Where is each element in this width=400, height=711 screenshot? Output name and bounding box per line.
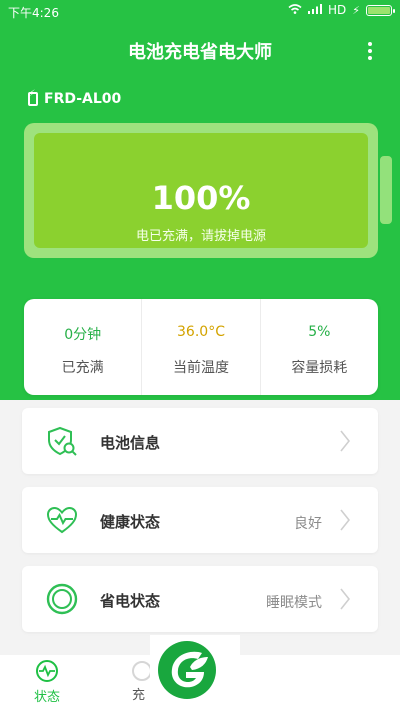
status-time: 下午4:26 bbox=[8, 6, 59, 20]
stat-label: 当前温度 bbox=[172, 360, 229, 376]
chevron-right-icon bbox=[340, 588, 351, 610]
menu-item-label: 省电状态 bbox=[100, 592, 161, 610]
stat-label: 容量损耗 bbox=[291, 360, 348, 376]
battery-message: 电已充满，请拔掉电源 bbox=[135, 229, 266, 244]
app-title: 电池充电省电大师 bbox=[128, 42, 272, 63]
stat-value: 5% bbox=[308, 324, 331, 340]
network-label: HD bbox=[328, 3, 347, 17]
status-battery-icon bbox=[366, 4, 395, 16]
shield-search-icon bbox=[46, 425, 78, 457]
stat-capacity-loss: 5% 容量损耗 bbox=[259, 299, 378, 395]
ring-icon bbox=[46, 583, 78, 615]
battery-gauge: 100% 电已充满，请拔掉电源 bbox=[24, 123, 392, 258]
tab-charge[interactable]: 充 bbox=[132, 659, 152, 703]
device-info: FRD-AL00 bbox=[28, 89, 122, 107]
battery-fill: 100% 电已充满，请拔掉电源 bbox=[34, 133, 368, 248]
tab-status[interactable]: 状态 bbox=[34, 659, 60, 705]
menu-item-label: 健康状态 bbox=[100, 513, 161, 531]
chevron-right-icon bbox=[340, 509, 351, 531]
battery-cap bbox=[380, 156, 392, 224]
status-icons: HD ⚡ bbox=[288, 3, 395, 17]
menu-item-value: 良好 bbox=[294, 516, 322, 532]
stats-panel: 0分钟 已充满 36.0°C 当前温度 5% 容量损耗 bbox=[24, 299, 378, 395]
menu-item-health[interactable]: 健康状态 良好 bbox=[22, 487, 378, 553]
stat-value: 0分钟 bbox=[64, 327, 102, 343]
pulse-icon bbox=[35, 659, 59, 683]
menu-item-value: 睡眠模式 bbox=[266, 595, 322, 611]
circle-icon bbox=[132, 661, 152, 681]
menu-item-power-saving[interactable]: 省电状态 睡眠模式 bbox=[22, 566, 378, 632]
menu-item-battery-info[interactable]: 电池信息 bbox=[22, 408, 378, 474]
stat-label: 已充满 bbox=[61, 360, 104, 376]
charging-bolt-icon: ⚡ bbox=[352, 3, 360, 17]
more-menu-icon[interactable] bbox=[368, 42, 372, 60]
stat-temperature: 36.0°C 当前温度 bbox=[141, 299, 259, 395]
wifi-icon bbox=[288, 3, 302, 17]
tab-label: 状态 bbox=[34, 690, 61, 705]
battery-charging-icon bbox=[28, 89, 38, 106]
chevron-right-icon bbox=[340, 430, 351, 452]
device-name: FRD-AL00 bbox=[44, 91, 122, 107]
stat-value: 36.0°C bbox=[177, 324, 225, 340]
status-bar: 下午4:26 HD ⚡ bbox=[0, 0, 400, 24]
signal-icon bbox=[308, 3, 322, 17]
logo-icon bbox=[158, 641, 216, 699]
app-logo bbox=[150, 635, 240, 711]
heart-pulse-icon bbox=[46, 504, 78, 536]
battery-percent: 100% bbox=[151, 179, 251, 217]
menu-item-label: 电池信息 bbox=[100, 434, 161, 452]
tab-label: 充 bbox=[132, 688, 146, 703]
stat-charge-time: 0分钟 已充满 bbox=[24, 299, 141, 395]
